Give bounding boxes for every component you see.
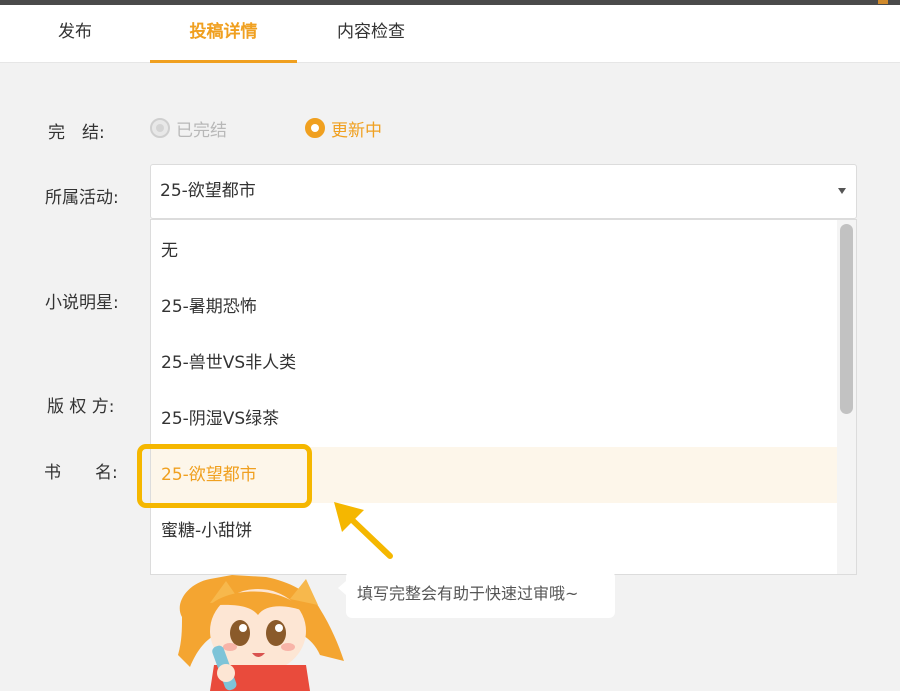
top-indicator: [878, 0, 888, 4]
tip-bubble: 填写完整会有助于快速过审哦~: [338, 571, 615, 618]
dropdown-option[interactable]: 25-暑期恐怖: [151, 279, 839, 335]
activity-dropdown-list: 无 25-暑期恐怖 25-兽世VS非人类 25-阴湿VS绿茶 25-欲望都市 蜜…: [150, 219, 857, 575]
radio-circle-icon: [150, 118, 170, 138]
activity-label: 所属活动:: [45, 188, 119, 208]
dropdown-scrollbar[interactable]: [837, 220, 856, 574]
book-title-label: 书 名:: [44, 463, 118, 483]
dropdown-option[interactable]: 25-兽世VS非人类: [151, 335, 839, 391]
radio-updating-label: 更新中: [331, 120, 382, 141]
tab-content-check[interactable]: 内容检查: [326, 5, 416, 63]
caret-down-icon: [838, 188, 846, 194]
dropdown-scrollbar-thumb[interactable]: [840, 224, 853, 414]
dropdown-option[interactable]: 无: [151, 223, 839, 279]
dropdown-option[interactable]: 25-阴湿VS绿茶: [151, 391, 839, 447]
radio-completed[interactable]: 已完结: [150, 117, 227, 141]
pointer-arrow-icon: [334, 502, 393, 559]
radio-checked-icon: [305, 118, 325, 138]
highlight-box-annotation: [137, 444, 312, 508]
activity-select[interactable]: 25-欲望都市: [150, 164, 857, 219]
mascot-illustration: [178, 575, 344, 691]
copyright-label: 版 权 方:: [47, 397, 115, 417]
dropdown-option[interactable]: 蜜糖-小甜饼: [151, 503, 839, 559]
novel-star-label: 小说明星:: [45, 293, 119, 313]
radio-updating[interactable]: 更新中: [305, 117, 382, 141]
tab-bar: 发布 投稿详情 内容检查: [0, 5, 900, 63]
radio-completed-label: 已完结: [176, 120, 227, 141]
activity-select-value: 25-欲望都市: [160, 181, 256, 201]
completion-label: 完 结:: [48, 123, 105, 143]
tab-submission-details[interactable]: 投稿详情: [150, 5, 297, 63]
tab-publish[interactable]: 发布: [42, 5, 108, 63]
